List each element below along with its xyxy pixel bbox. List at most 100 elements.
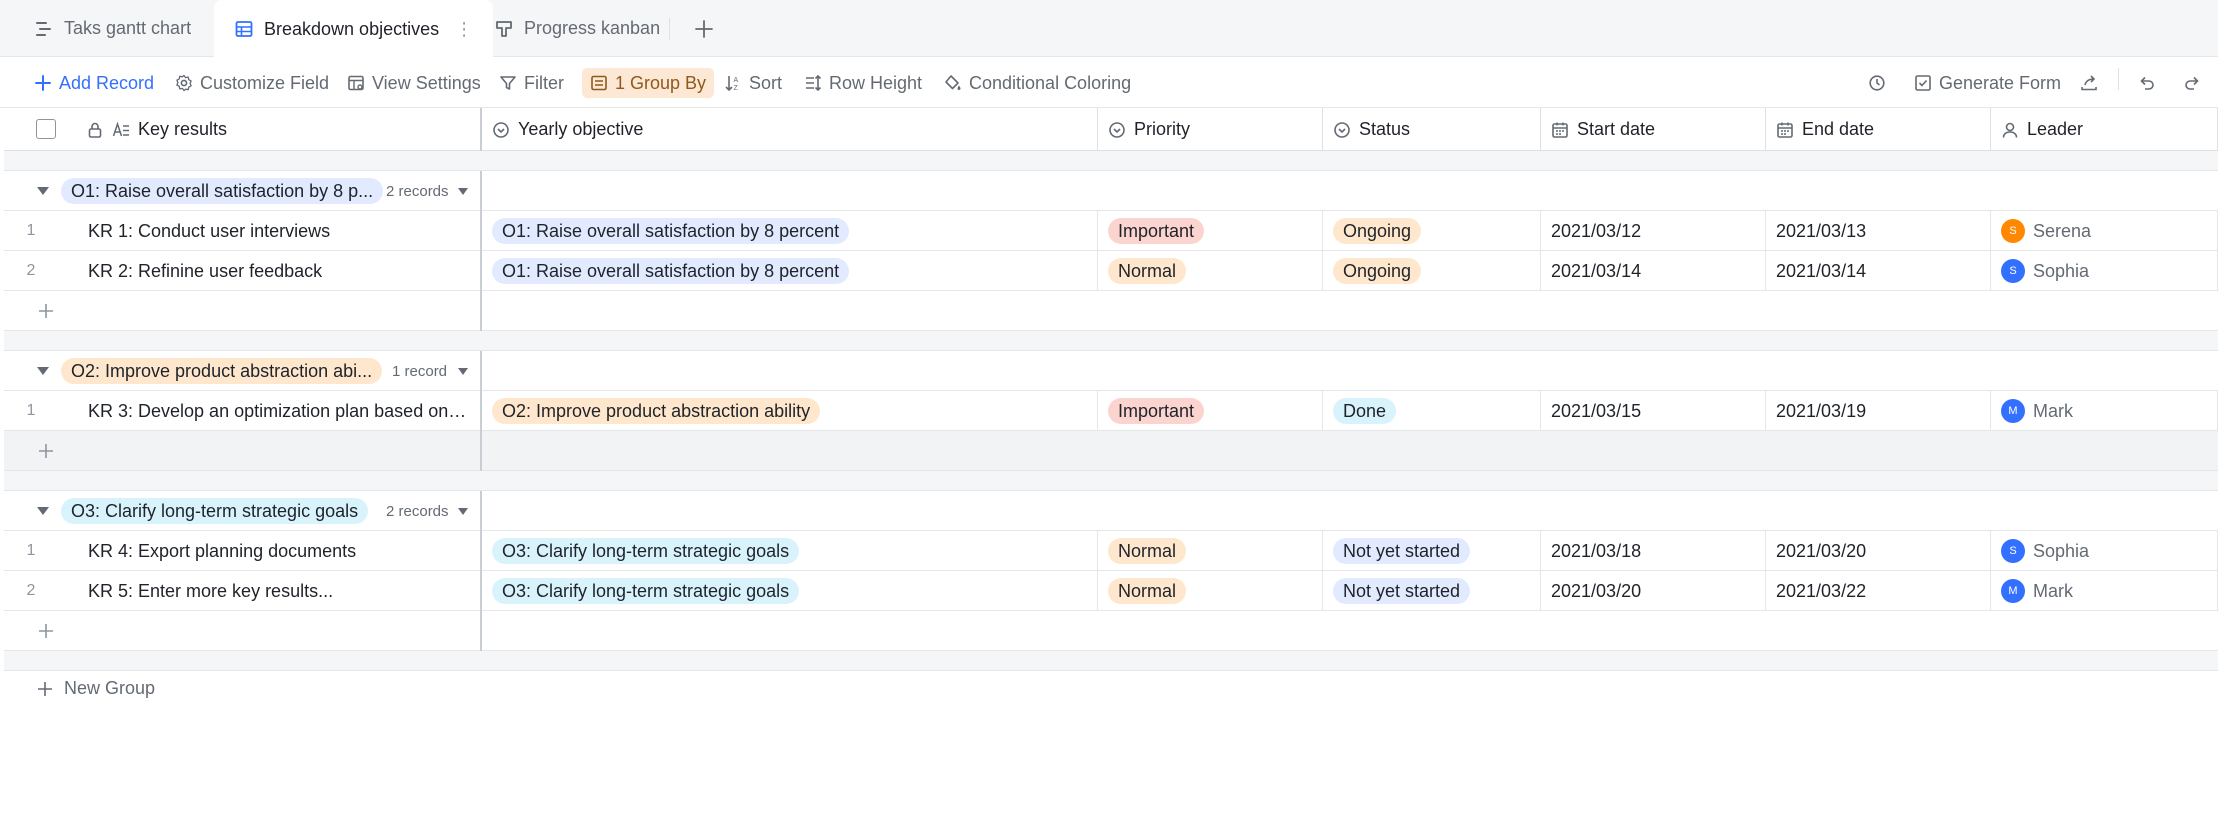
view-settings-label: View Settings [372,72,481,93]
table-row[interactable]: 1 KR 3: Develop an optimization plan base… [4,391,2218,431]
group-header-row[interactable]: O3: Clarify long-term strategic goals 2 … [4,491,2218,531]
tab-more-icon[interactable]: ⋮ [455,19,473,40]
grid-table-icon [234,19,254,39]
status-tag: Done [1333,398,1397,424]
add-record-button[interactable]: Add Record [34,68,154,98]
conditional-coloring-label: Conditional Coloring [969,72,1132,93]
column-header-key-results[interactable]: Key results [4,108,482,151]
collapse-group-icon[interactable] [37,187,49,195]
group-header-row[interactable]: O1: Raise overall satisfaction by 8 p...… [4,171,2218,211]
avatar: M [2001,579,2025,603]
undo-button[interactable] [2138,68,2156,98]
leader-name: Sophia [2033,260,2090,281]
start-date-cell: 2021/03/20 [1551,580,1642,601]
column-title: Priority [1134,119,1191,139]
column-header-leader[interactable]: Leader [1991,108,2218,151]
group-menu-icon[interactable] [458,368,468,375]
single-select-icon [492,121,510,139]
column-header-priority[interactable]: Priority [1098,108,1323,151]
end-date-cell: 2021/03/19 [1776,400,1867,421]
redo-icon [2183,74,2201,92]
column-header-status[interactable]: Status [1323,108,1541,151]
group-spacer [4,151,2218,171]
gear-icon [175,74,193,92]
share-button[interactable] [2080,68,2098,98]
status-tag: Not yet started [1333,578,1471,604]
group-spacer [4,651,2218,671]
history-button[interactable] [1868,68,1886,98]
key-result-cell: KR 1: Conduct user interviews [88,220,331,241]
group-record-count: 2 records [386,503,449,520]
column-header-end-date[interactable]: End date [1766,108,1991,151]
table-row[interactable]: 2 KR 2: Refinine user feedback O1: Raise … [4,251,2218,291]
tab-gantt-chart[interactable]: Taks gantt chart [14,0,211,57]
gantt-icon [34,19,54,39]
avatar: S [2001,259,2025,283]
group-tag: O3: Clarify long-term strategic goals [61,498,369,524]
tab-breakdown-objectives[interactable]: Breakdown objectives ⋮ [214,0,494,58]
table-row[interactable]: 1 KR 1: Conduct user interviews O1: Raise… [4,211,2218,251]
leader-name: Mark [2033,580,2073,601]
group-menu-icon[interactable] [458,188,468,195]
customize-field-button[interactable]: Customize Field [175,68,329,98]
add-row-button[interactable] [4,611,2218,651]
generate-form-button[interactable]: Generate Form [1914,68,2061,98]
column-title: Key results [138,119,228,139]
column-header-start-date[interactable]: Start date [1541,108,1766,151]
collapse-group-icon[interactable] [37,367,49,375]
plus-icon [34,74,52,92]
group-tag: O2: Improve product abstraction abi... [61,358,383,384]
start-date-cell: 2021/03/18 [1551,540,1642,561]
leader-name: Mark [2033,400,2073,421]
records-grid: Key results Yearly objective Priority St… [4,108,2218,829]
priority-tag: Normal [1108,578,1187,604]
lock-icon [86,121,104,139]
column-title: Yearly objective [518,119,644,139]
collapse-group-icon[interactable] [37,507,49,515]
start-date-cell: 2021/03/15 [1551,400,1642,421]
text-field-icon [112,121,130,139]
group-by-button[interactable]: 1 Group By [582,68,715,98]
priority-tag: Important [1108,218,1205,244]
tab-label: Taks gantt chart [64,18,192,38]
end-date-cell: 2021/03/20 [1776,540,1867,561]
objective-tag: O3: Clarify long-term strategic goals [492,578,800,604]
leader-name: Sophia [2033,540,2090,561]
calendar-icon [1551,121,1569,139]
view-settings-button[interactable]: View Settings [347,68,481,98]
redo-button[interactable] [2183,68,2201,98]
key-result-cell: KR 5: Enter more key results... [88,580,334,601]
priority-tag: Normal [1108,538,1187,564]
plus-icon [38,623,54,639]
filter-button[interactable]: Filter [499,68,564,98]
objective-tag: O1: Raise overall satisfaction by 8 perc… [492,258,850,284]
tab-progress-kanban[interactable]: Progress kanban [474,0,680,57]
column-title: Start date [1577,119,1656,139]
table-row[interactable]: 2 KR 5: Enter more key results... O3: Cla… [4,571,2218,611]
priority-tag: Important [1108,398,1205,424]
group-record-count: 1 record [392,363,448,380]
status-tag: Ongoing [1333,258,1422,284]
new-group-label: New Group [64,678,156,698]
group-header-row[interactable]: O2: Improve product abstraction abi... 1… [4,351,2218,391]
group-menu-icon[interactable] [458,508,468,515]
avatar: S [2001,219,2025,243]
view-toolbar: Add Record Customize Field View Settings… [0,58,2218,108]
leader-name: Serena [2033,220,2092,241]
row-number: 1 [26,402,36,419]
add-row-button[interactable] [4,291,2218,331]
sort-button[interactable]: AZ Sort [724,68,782,98]
svg-text:Z: Z [734,85,739,92]
add-row-button[interactable] [4,431,2218,471]
plus-icon [36,680,54,698]
plus-icon [38,303,54,319]
row-height-button[interactable]: Row Height [804,68,922,98]
table-row[interactable]: 1 KR 4: Export planning documents O3: Cla… [4,531,2218,571]
new-group-button[interactable]: New Group [36,678,155,699]
row-number: 2 [26,582,36,599]
add-view-icon[interactable] [690,15,718,43]
column-header-yearly-objective[interactable]: Yearly objective [482,108,1098,151]
conditional-coloring-button[interactable]: Conditional Coloring [944,68,1131,98]
select-all-checkbox[interactable] [36,119,56,139]
add-record-label: Add Record [59,72,155,93]
